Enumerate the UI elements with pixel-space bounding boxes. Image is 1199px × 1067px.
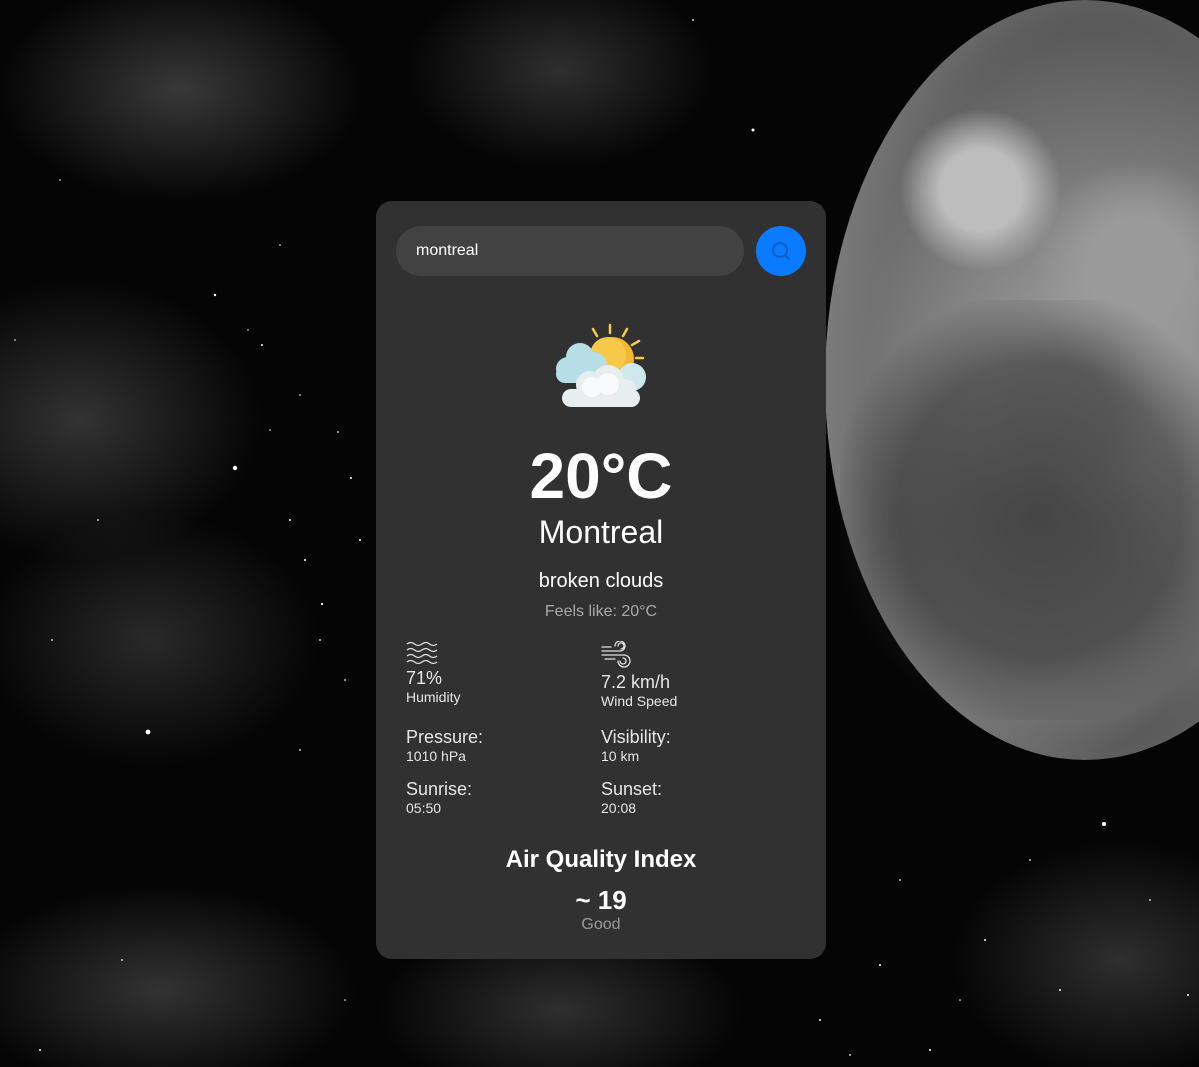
search-bar — [396, 226, 806, 276]
partly-cloudy-sun-icon — [556, 323, 646, 407]
weather-description: broken clouds — [538, 570, 664, 592]
sunset-value: 20:08 — [601, 800, 637, 816]
sunrise-label: Sunrise: — [406, 779, 473, 799]
pressure-label: Pressure: — [406, 727, 484, 747]
search-button[interactable] — [756, 226, 806, 276]
visibility-label: Visibility: — [601, 727, 671, 747]
feels-like-text: Feels like: 20°C — [544, 603, 658, 620]
humidity-value: 71% — [406, 668, 443, 688]
humidity-waves-icon — [406, 641, 438, 665]
background-scene: 20°C Montreal broken clouds Feels like: … — [0, 0, 1199, 1067]
humidity-label: Humidity — [406, 689, 461, 705]
visibility-value: 10 km — [601, 748, 640, 764]
search-icon — [772, 242, 790, 260]
pressure-stat: Pressure: 1010 hPa — [406, 726, 483, 765]
humidity-stat: 71% Humidity — [406, 641, 460, 706]
aqi-status-label: Good — [581, 916, 621, 933]
temperature-display: 20°C — [529, 440, 673, 512]
aqi-title: Air Quality Index — [505, 846, 697, 873]
city-name: Montreal — [538, 514, 664, 550]
wind-value: 7.2 km/h — [601, 672, 671, 692]
sunset-stat: Sunset: 20:08 — [601, 778, 662, 817]
sunrise-value: 05:50 — [406, 800, 442, 816]
fog-overlay — [840, 300, 1199, 720]
visibility-stat: Visibility: 10 km — [601, 726, 671, 765]
sunset-label: Sunset: — [601, 779, 663, 799]
wind-stat: 7.2 km/h Wind Speed — [601, 641, 677, 710]
city-search-input[interactable] — [396, 226, 744, 276]
wind-icon — [601, 641, 631, 668]
sunrise-stat: Sunrise: 05:50 — [406, 778, 472, 817]
aqi-value: ~ 19 — [575, 885, 627, 915]
wind-label: Wind Speed — [601, 693, 678, 709]
weather-card: 20°C Montreal broken clouds Feels like: … — [376, 201, 826, 959]
pressure-value: 1010 hPa — [406, 748, 466, 764]
